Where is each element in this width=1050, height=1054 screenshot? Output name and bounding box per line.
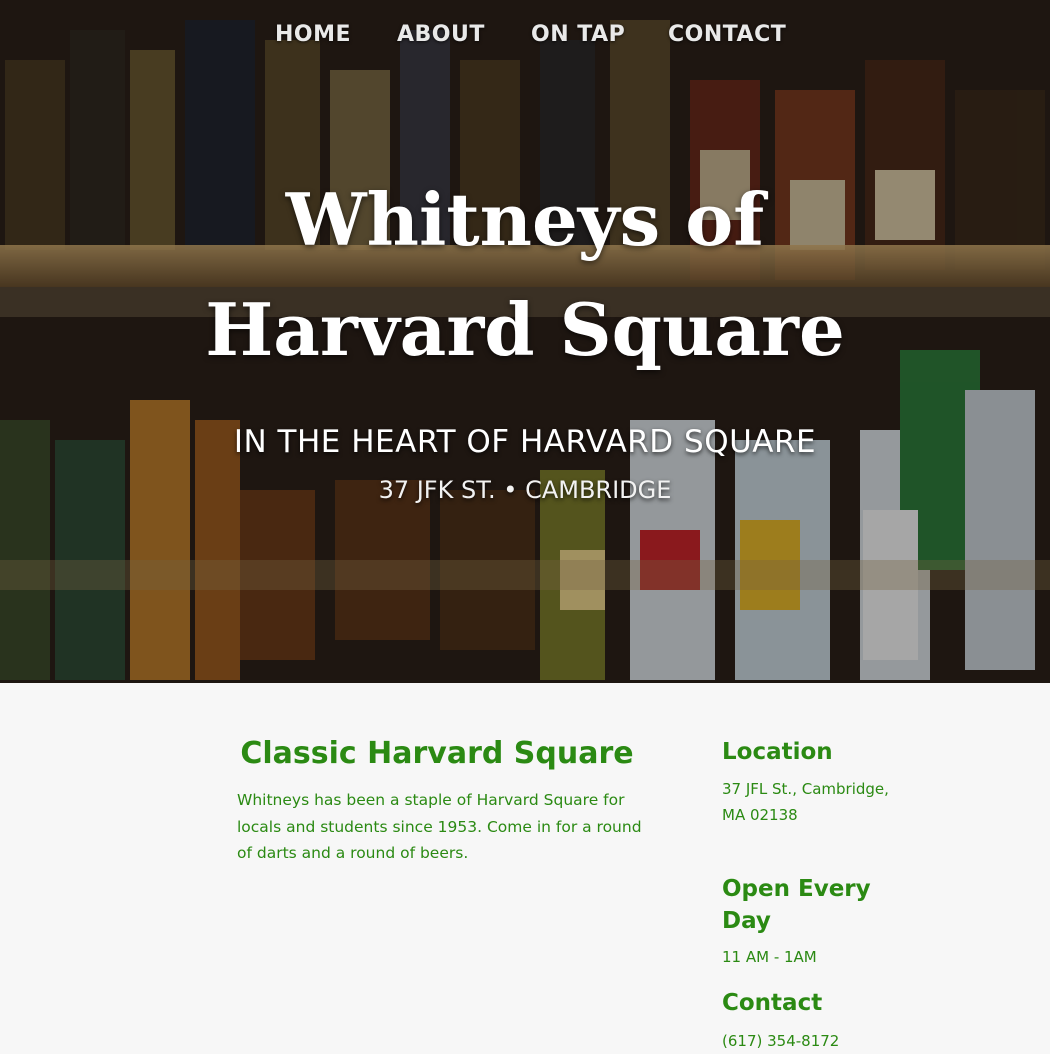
- contact-phone[interactable]: (617) 354-8172: [722, 1028, 902, 1054]
- hero-address: 37 JFK ST. • CAMBRIDGE: [378, 476, 672, 504]
- location-heading: Location: [722, 739, 833, 765]
- nav-contact[interactable]: CONTACT: [668, 22, 786, 47]
- nav-home[interactable]: HOME: [275, 22, 351, 47]
- hero-title: Whitneys of Harvard Square: [205, 177, 845, 372]
- hours-heading: Open Every Day: [722, 876, 871, 934]
- main-nav: HOME ABOUT ON TAP CONTACT: [0, 22, 1050, 56]
- contact-heading: Contact: [722, 990, 823, 1016]
- location-address: 37 JFL St., Cambridge, MA 02138: [722, 780, 889, 824]
- intro-title: Classic Harvard Square: [240, 736, 634, 771]
- nav-on-tap[interactable]: ON TAP: [531, 22, 625, 47]
- hero-subtitle: IN THE HEART OF HARVARD SQUARE: [233, 424, 817, 460]
- nav-about[interactable]: ABOUT: [397, 22, 485, 47]
- hours-text: 11 AM - 1AM: [722, 948, 817, 966]
- intro-text: Whitneys has been a staple of Harvard Sq…: [237, 791, 642, 862]
- hero-section: HOME ABOUT ON TAP CONTACT Whitneys of Ha…: [0, 0, 1050, 683]
